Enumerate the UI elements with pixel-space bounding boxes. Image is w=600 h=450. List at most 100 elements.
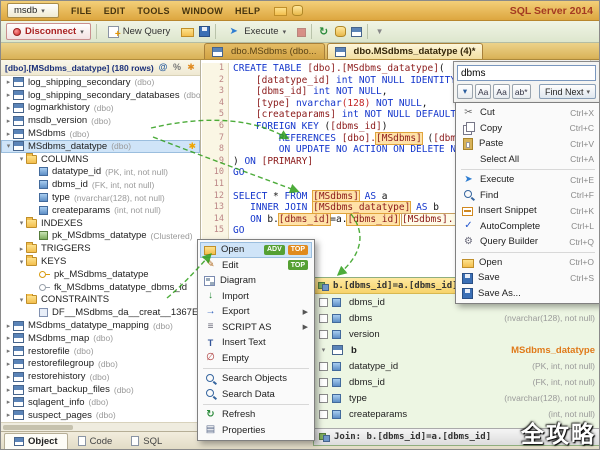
bottom-tab-code[interactable]: Code <box>69 433 122 449</box>
table-icon[interactable] <box>351 27 362 37</box>
refresh-icon[interactable] <box>317 26 330 38</box>
tree-item[interactable]: ▸log_shipping_secondary(dbo) <box>1 76 200 89</box>
tree-item[interactable]: ▾KEYS <box>1 255 200 268</box>
tree-item[interactable]: ▸logmarkhistory(dbo) <box>1 102 200 115</box>
expand-icon[interactable]: ▸ <box>4 373 13 381</box>
menu-item-empty[interactable]: ∅Empty <box>200 351 312 367</box>
checkbox[interactable] <box>319 314 328 323</box>
match-case-icon[interactable]: Aa <box>475 84 491 99</box>
save-icon[interactable] <box>199 26 210 37</box>
tree-item[interactable]: datatype_id(PK, int, not null) <box>1 166 200 179</box>
bottom-tab-object[interactable]: Object <box>4 433 68 449</box>
scrollbar-thumb[interactable] <box>3 425 73 430</box>
execute-button[interactable]: Execute ▾ <box>221 23 292 40</box>
join-column-row[interactable]: dbms_id(FK, int, not null) <box>314 374 600 390</box>
tree-item[interactable]: ▸MSdbms(dbo) <box>1 127 200 140</box>
table-b-row[interactable]: ▾bMSdbms_datatype <box>314 342 600 358</box>
expand-icon[interactable]: ▸ <box>4 347 13 355</box>
database-icon[interactable] <box>292 5 303 16</box>
checkbox[interactable] <box>319 298 328 307</box>
tree-item[interactable]: ▸restorefile(dbo) <box>1 345 200 358</box>
menu-item-save[interactable]: SaveCtrl+S <box>458 270 598 286</box>
expand-icon[interactable]: ▸ <box>4 78 13 86</box>
join-column-row[interactable]: type(nvarchar(128), not null) <box>314 390 600 406</box>
stop-icon[interactable] <box>297 28 306 37</box>
checkbox[interactable] <box>319 330 328 339</box>
menu-item-insert-text[interactable]: TInsert Text <box>200 335 312 351</box>
checkbox[interactable] <box>319 394 328 403</box>
menu-item-edit[interactable]: ✎EditTOP <box>200 258 312 274</box>
filter-icon[interactable] <box>373 26 386 38</box>
menu-item-refresh[interactable]: ↻Refresh <box>200 407 312 423</box>
expand-icon[interactable]: ▸ <box>17 245 26 253</box>
menu-window[interactable]: WINDOW <box>182 6 223 16</box>
expand-icon[interactable]: ▸ <box>4 334 13 342</box>
checkbox[interactable] <box>319 378 328 387</box>
expand-icon[interactable]: ▸ <box>4 398 13 406</box>
wildcard-icon[interactable]: % <box>172 62 182 73</box>
expand-icon[interactable]: ▸ <box>4 91 13 99</box>
expand-icon[interactable]: ▸ <box>4 386 13 394</box>
tree-item[interactable]: ▾COLUMNS <box>1 153 200 166</box>
tree-item[interactable]: ▸TRIGGERS <box>1 242 200 255</box>
expand-icon[interactable]: ▸ <box>4 322 13 330</box>
expand-icon[interactable]: ▸ <box>4 104 13 112</box>
tree-item[interactable]: dbms_id(FK, int, not null) <box>1 178 200 191</box>
tree-item[interactable]: ▸sqlagent_info(dbo) <box>1 396 200 409</box>
tree-item[interactable]: ▸smart_backup_files(dbo) <box>1 383 200 396</box>
join-column-row[interactable]: version <box>314 326 600 342</box>
search-options-icon[interactable]: ▾ <box>457 84 473 99</box>
disconnect-button[interactable]: Disconnect ▾ <box>6 23 91 40</box>
menu-help[interactable]: HELP <box>235 6 260 16</box>
menu-item-import[interactable]: ↓Import <box>200 289 312 305</box>
menu-item-execute[interactable]: ➤ExecuteCtrl+E <box>458 172 598 188</box>
menu-item-save-as[interactable]: Save As... <box>458 286 598 302</box>
menu-item-query-builder[interactable]: ⚙Query BuilderCtrl+Q <box>458 234 598 250</box>
collapse-icon[interactable]: ▾ <box>17 219 26 227</box>
tree-item[interactable]: ▸MSdbms_map(dbo) <box>1 332 200 345</box>
collapse-icon[interactable]: ▾ <box>319 346 328 354</box>
menu-item-export[interactable]: →Export▶ <box>200 304 312 320</box>
expand-icon[interactable]: ▸ <box>4 117 13 125</box>
menu-item-paste[interactable]: PasteCtrl+V <box>458 136 598 152</box>
menu-tools[interactable]: TOOLS <box>137 6 169 16</box>
folder-icon[interactable] <box>274 7 287 16</box>
menu-item-search-objects[interactable]: Search Objects <box>200 371 312 387</box>
tree-item[interactable]: pk_MSdbms_datatype <box>1 268 200 281</box>
wildcard-match-icon[interactable]: ab* <box>512 84 531 99</box>
match-whole-word-icon[interactable]: Aa <box>493 84 509 99</box>
menu-item-cut[interactable]: ✂CutCtrl+X <box>458 105 598 121</box>
menu-item-copy[interactable]: CopyCtrl+C <box>458 121 598 137</box>
bottom-tab-sql[interactable]: SQL <box>122 433 171 449</box>
collapse-icon[interactable]: ▾ <box>17 258 26 266</box>
expand-icon[interactable]: ▸ <box>4 130 13 138</box>
tree-item[interactable]: DF__MSdbms_da__creat__1367E60 <box>1 306 200 319</box>
tree-item[interactable]: ▾MSdbms_datatype(dbo)✱ <box>1 140 200 153</box>
tree-item[interactable]: pk_MSdbms_datatype(Clustered) <box>1 230 200 243</box>
join-column-row[interactable]: datatype_id(PK, int, not null) <box>314 358 600 374</box>
tree-item[interactable]: ▾INDEXES <box>1 217 200 230</box>
tree-item[interactable]: ▾CONSTRAINTS <box>1 294 200 307</box>
expand-icon[interactable]: ▸ <box>4 360 13 368</box>
menu-item-insert-snippet[interactable]: Insert SnippetCtrl+K <box>458 203 598 219</box>
database-selector[interactable]: msdb ▾ <box>7 3 59 18</box>
expand-icon[interactable]: ▸ <box>4 411 13 419</box>
open-file-icon[interactable] <box>181 28 194 37</box>
tree-item[interactable]: ▸msdb_version(dbo) <box>1 114 200 127</box>
tree-item[interactable]: type(nvarchar(128), not null) <box>1 191 200 204</box>
menu-item-script-as[interactable]: ≡SCRIPT AS▶ <box>200 320 312 336</box>
favorites-icon[interactable]: ✱ <box>186 62 196 73</box>
menu-item-select-all[interactable]: Select AllCtrl+A <box>458 152 598 168</box>
menu-item-open[interactable]: OpenADVTOP <box>200 242 312 258</box>
menu-item-diagram[interactable]: Diagram <box>200 273 312 289</box>
checkbox[interactable] <box>319 410 328 419</box>
filter-icon[interactable]: @ <box>158 62 168 73</box>
collapse-icon[interactable]: ▾ <box>17 155 26 163</box>
menu-item-autocomplete[interactable]: ✓AutoCompleteCtrl+L <box>458 219 598 235</box>
horizontal-scrollbar[interactable] <box>1 422 200 431</box>
tree-item[interactable]: ▸log_shipping_secondary_databases(dbo) <box>1 89 200 102</box>
new-query-button[interactable]: New Query <box>102 23 177 40</box>
menu-item-find[interactable]: FindCtrl+F <box>458 188 598 204</box>
menu-item-search-data[interactable]: Search Data <box>200 387 312 403</box>
tree-item[interactable]: ▸restorehistory(dbo) <box>1 370 200 383</box>
